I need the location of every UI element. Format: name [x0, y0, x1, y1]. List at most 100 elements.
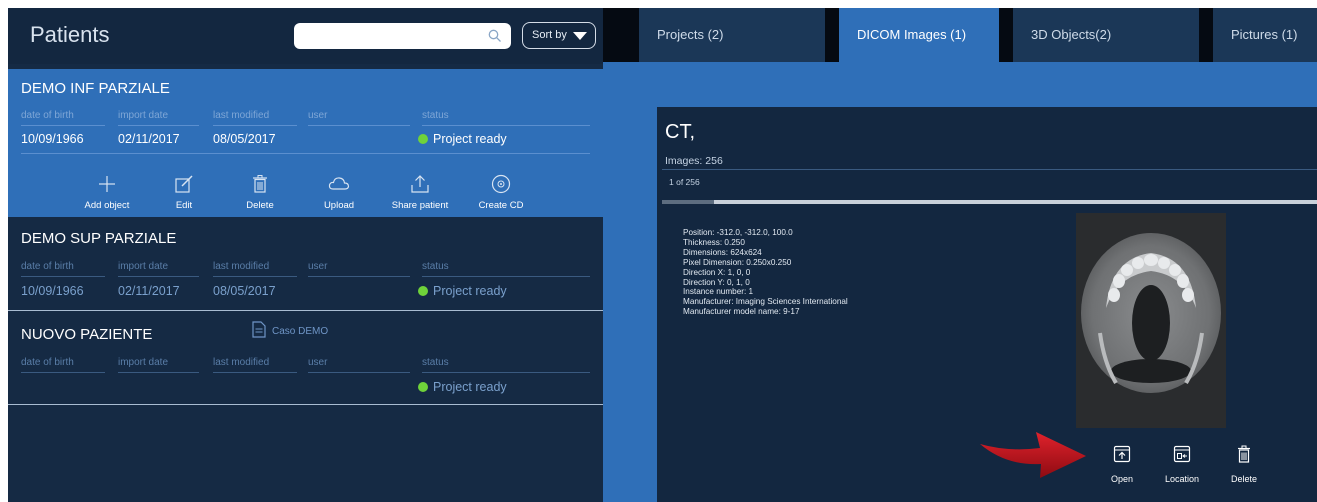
column-header-user: user	[308, 261, 410, 277]
metadata-line: Manufacturer model name: 9-17	[683, 307, 800, 317]
patient-name: DEMO INF PARZIALE	[21, 80, 170, 97]
last-modified-value: 08/05/2017	[213, 132, 276, 146]
slice-slider-fill	[662, 200, 715, 204]
open-button[interactable]: Open	[1092, 445, 1152, 484]
date-of-birth-value: 10/09/1966	[21, 284, 84, 298]
column-header-user: user	[308, 110, 410, 126]
series-title: CT,	[665, 121, 695, 143]
delete-image-button[interactable]: Delete	[1214, 445, 1274, 484]
column-header-date-of-birth: date of birth	[21, 110, 105, 126]
images-count: Images: 256	[665, 155, 723, 167]
column-header-last-modified: last modified	[213, 357, 297, 373]
patient-name: NUOVO PAZIENTE	[21, 326, 153, 343]
red-arrow-icon	[980, 432, 1086, 478]
tab-projects[interactable]: Projects (2)	[639, 8, 825, 62]
create-cd-label: Create CD	[478, 200, 524, 211]
sort-label: Sort by	[532, 29, 567, 41]
location-label: Location	[1164, 474, 1200, 484]
status-dot-icon	[418, 286, 428, 296]
search-icon	[488, 29, 501, 42]
open-label: Open	[1110, 474, 1134, 484]
trash-icon	[253, 175, 267, 193]
create-cd-button[interactable]: Create CD	[466, 174, 536, 211]
divider	[662, 169, 1317, 170]
demo-case-label: Caso DEMO	[272, 326, 329, 337]
upload-button[interactable]: Upload	[304, 174, 374, 211]
metadata-line: Manufacturer: Imaging Sciences Internati…	[683, 297, 848, 307]
patients-panel: Patients Sort by DEMO INF PARZIALE date …	[8, 8, 603, 502]
trash-icon	[1238, 445, 1250, 463]
slice-counter: 1 of 256	[669, 177, 700, 187]
status-badge: Project ready	[418, 284, 507, 298]
edit-button[interactable]: Edit	[149, 174, 219, 211]
column-header-last-modified: last modified	[213, 261, 297, 277]
metadata-line: Dimensions: 624x624	[683, 247, 762, 257]
document-icon	[252, 321, 266, 338]
upload-label: Upload	[323, 200, 355, 211]
folder-location-icon	[1173, 445, 1191, 463]
tab-3d-objects[interactable]: 3D Objects(2)	[1013, 8, 1199, 62]
share-icon	[411, 175, 429, 193]
row-divider	[21, 153, 590, 154]
column-header-last-modified: last modified	[213, 110, 297, 126]
delete-label: Delete	[246, 200, 274, 211]
column-header-date-of-birth: date of birth	[21, 261, 105, 277]
patient-card[interactable]: DEMO SUP PARZIALE date of birth import d…	[8, 217, 603, 312]
status-text: Project ready	[433, 380, 507, 394]
share-patient-button[interactable]: Share patient	[385, 174, 455, 211]
status-dot-icon	[418, 134, 428, 144]
tab-pictures[interactable]: Pictures (1)	[1213, 8, 1317, 62]
edit-icon	[175, 175, 193, 193]
patient-card-selected[interactable]: DEMO INF PARZIALE date of birth import d…	[8, 69, 603, 217]
patient-actions: Add object Edit Delete Upload Share pati…	[8, 159, 603, 217]
dicom-metadata: Position: -312.0, -312.0, 100.0 Thickness…	[683, 228, 848, 317]
tab-dicom-images[interactable]: DICOM Images (1)	[839, 8, 999, 62]
column-header-status: status	[422, 110, 590, 126]
status-text: Project ready	[433, 132, 507, 146]
tab-bar: Projects (2) DICOM Images (1) 3D Objects…	[639, 8, 1317, 62]
card-divider	[8, 404, 603, 405]
column-header-user: user	[308, 357, 410, 373]
share-patient-label: Share patient	[391, 200, 449, 211]
patient-card[interactable]: NUOVO PAZIENTE Caso DEMO date of birth i…	[8, 311, 603, 406]
metadata-line: Direction Y: 0, 1, 0	[683, 277, 750, 287]
column-header-status: status	[422, 261, 590, 277]
status-text: Project ready	[433, 284, 507, 298]
import-date-value: 02/11/2017	[118, 284, 180, 298]
column-header-import-date: import date	[118, 357, 199, 373]
status-badge: Project ready	[418, 132, 507, 146]
search-input[interactable]	[294, 23, 511, 49]
metadata-line: Direction X: 1, 0, 0	[683, 267, 751, 277]
location-button[interactable]: Location	[1152, 445, 1212, 484]
delete-label: Delete	[1230, 474, 1257, 484]
add-object-button[interactable]: Add object	[72, 174, 142, 211]
metadata-line: Thickness: 0.250	[683, 237, 745, 247]
sort-dropdown[interactable]: Sort by	[522, 22, 596, 49]
ct-slice-image[interactable]	[1076, 213, 1226, 428]
caret-down-icon	[573, 32, 587, 40]
demo-case-tag[interactable]: Caso DEMO	[252, 321, 328, 338]
cloud-icon	[328, 177, 350, 190]
status-badge: Project ready	[418, 380, 507, 394]
plus-icon	[99, 176, 115, 192]
patient-name: DEMO SUP PARZIALE	[21, 230, 177, 247]
slice-slider[interactable]	[662, 200, 1317, 204]
status-dot-icon	[418, 382, 428, 392]
ct-scan-icon	[1076, 213, 1226, 428]
page-title: Patients	[30, 22, 110, 47]
metadata-line: Instance number: 1	[683, 287, 754, 297]
open-icon	[1113, 445, 1131, 463]
column-header-status: status	[422, 357, 590, 373]
disc-icon	[491, 174, 511, 194]
header-gap	[603, 8, 639, 62]
delete-patient-button[interactable]: Delete	[225, 174, 295, 211]
column-header-date-of-birth: date of birth	[21, 357, 105, 373]
last-modified-value: 08/05/2017	[213, 284, 276, 298]
date-of-birth-value: 10/09/1966	[21, 132, 84, 146]
column-header-import-date: import date	[118, 110, 199, 126]
import-date-value: 02/11/2017	[118, 132, 180, 146]
patients-header: Patients Sort by	[8, 8, 603, 64]
metadata-line: Pixel Dimension: 0.250x0.250	[683, 257, 792, 267]
column-header-import-date: import date	[118, 261, 199, 277]
app-window: Patients Sort by DEMO INF PARZIALE date …	[0, 0, 1317, 502]
